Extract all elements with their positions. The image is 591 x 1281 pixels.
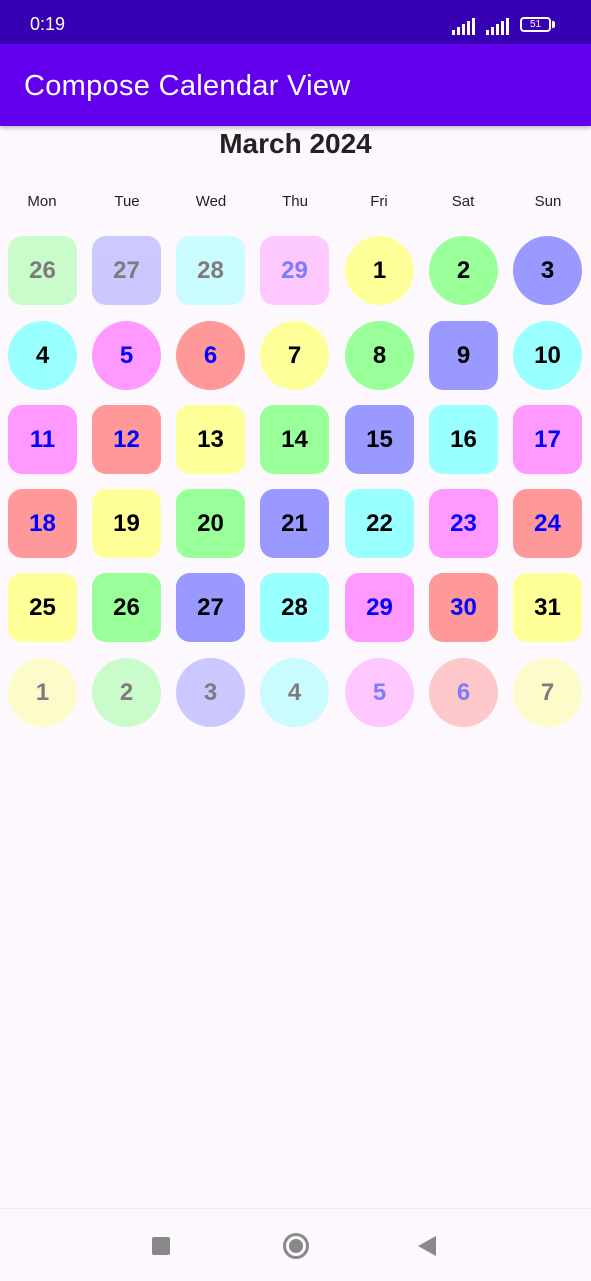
calendar-day[interactable]: 13: [176, 405, 245, 474]
calendar-day[interactable]: 16: [429, 405, 498, 474]
weekday-header: Mon Tue Wed Thu Fri Sat Sun: [0, 193, 591, 213]
calendar-day[interactable]: 28: [176, 236, 245, 305]
calendar-day[interactable]: 10: [513, 321, 582, 390]
recent-apps-icon[interactable]: [152, 1237, 170, 1255]
calendar-day[interactable]: 25: [8, 573, 77, 642]
calendar-day[interactable]: 9: [429, 321, 498, 390]
calendar-day[interactable]: 5: [345, 658, 414, 727]
calendar-day[interactable]: 8: [345, 321, 414, 390]
signal-icon: [486, 17, 512, 35]
calendar-day[interactable]: 14: [260, 405, 329, 474]
navigation-bar: [0, 1208, 591, 1281]
calendar-day[interactable]: 3: [513, 236, 582, 305]
weekday-label: Sat: [451, 193, 475, 210]
calendar-day[interactable]: 26: [8, 236, 77, 305]
home-icon[interactable]: [283, 1233, 309, 1259]
calendar-day[interactable]: 3: [176, 658, 245, 727]
calendar-day[interactable]: 7: [513, 658, 582, 727]
calendar-day[interactable]: 26: [92, 573, 161, 642]
calendar-day[interactable]: 31: [513, 573, 582, 642]
weekday-label: Thu: [282, 193, 308, 210]
status-bar: 0:19 51: [0, 0, 591, 44]
calendar-day[interactable]: 30: [429, 573, 498, 642]
calendar-day[interactable]: 11: [8, 405, 77, 474]
app-bar: Compose Calendar View: [0, 44, 591, 126]
calendar-day[interactable]: 1: [8, 658, 77, 727]
calendar-day[interactable]: 15: [345, 405, 414, 474]
month-title: March 2024: [219, 128, 372, 159]
back-icon[interactable]: [418, 1236, 436, 1256]
calendar-day[interactable]: 4: [260, 658, 329, 727]
calendar-day[interactable]: 6: [176, 321, 245, 390]
calendar-day[interactable]: 17: [513, 405, 582, 474]
calendar-day[interactable]: 2: [429, 236, 498, 305]
battery-icon: 51: [520, 17, 551, 32]
calendar-day[interactable]: 20: [176, 489, 245, 558]
calendar-day[interactable]: 22: [345, 489, 414, 558]
calendar-day[interactable]: 6: [429, 658, 498, 727]
calendar-day[interactable]: 2: [92, 658, 161, 727]
calendar-day[interactable]: 18: [8, 489, 77, 558]
calendar-day[interactable]: 28: [260, 573, 329, 642]
battery-level: 51: [529, 19, 542, 30]
calendar-day[interactable]: 7: [260, 321, 329, 390]
calendar-day[interactable]: 23: [429, 489, 498, 558]
calendar-day[interactable]: 4: [8, 321, 77, 390]
weekday-label: Mon: [27, 193, 57, 210]
calendar-day[interactable]: 1: [345, 236, 414, 305]
calendar-day[interactable]: 21: [260, 489, 329, 558]
status-time: 0:19: [30, 14, 66, 34]
calendar-day[interactable]: 12: [92, 405, 161, 474]
weekday-label: Fri: [370, 193, 388, 210]
weekday-label: Wed: [195, 193, 227, 210]
signal-icon: [452, 17, 478, 35]
calendar-day[interactable]: 19: [92, 489, 161, 558]
calendar-day[interactable]: 27: [176, 573, 245, 642]
calendar-day[interactable]: 29: [260, 236, 329, 305]
calendar-day[interactable]: 29: [345, 573, 414, 642]
app-title: Compose Calendar View: [24, 70, 351, 102]
weekday-label: Sun: [534, 193, 562, 210]
calendar-day[interactable]: 5: [92, 321, 161, 390]
battery-tip: [552, 21, 555, 28]
weekday-label: Tue: [114, 193, 140, 210]
calendar-day[interactable]: 27: [92, 236, 161, 305]
calendar-day[interactable]: 24: [513, 489, 582, 558]
